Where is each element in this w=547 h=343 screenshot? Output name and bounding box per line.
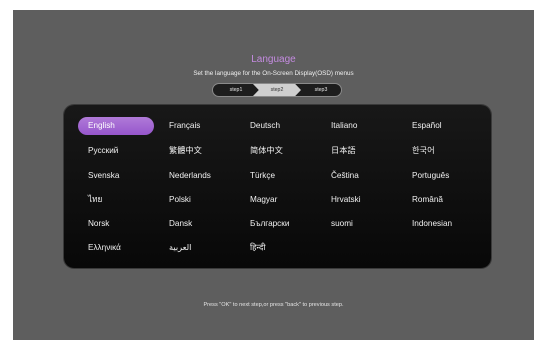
language-option-turkce[interactable]: Türkçe [240, 167, 316, 185]
language-option-hrvatski[interactable]: Hrvatski [321, 191, 397, 209]
language-option-magyar[interactable]: Magyar [240, 191, 316, 209]
language-option-cestina[interactable]: Čeština [321, 167, 397, 185]
step-indicator: step1 step2 step3 [212, 83, 342, 97]
osd-screen: Language Set the language for the On-Scr… [13, 10, 534, 340]
language-option-bulgarian[interactable]: Български [240, 215, 316, 233]
language-option-dansk[interactable]: Dansk [159, 215, 235, 233]
language-option-francais[interactable]: Français [159, 117, 235, 135]
language-option-deutsch[interactable]: Deutsch [240, 117, 316, 135]
step-3: step3 [314, 87, 328, 93]
language-option-nederlands[interactable]: Nederlands [159, 167, 235, 185]
step-2-current: step2 [253, 84, 301, 96]
language-option-italiano[interactable]: Italiano [321, 117, 397, 135]
page-subtitle: Set the language for the On-Screen Displ… [193, 70, 354, 77]
language-grid: English Français Deutsch Italiano Españo… [64, 105, 491, 268]
page-title: Language [251, 54, 296, 65]
language-option-portugues[interactable]: Português [402, 167, 478, 185]
language-option-norsk[interactable]: Norsk [78, 215, 154, 233]
step-1: step1 [229, 87, 243, 93]
language-option-greek[interactable]: Ελληνικά [78, 239, 154, 257]
language-option-korean[interactable]: 한국어 [402, 142, 478, 160]
language-option-hindi[interactable]: हिन्दी [240, 239, 316, 257]
language-option-svenska[interactable]: Svenska [78, 167, 154, 185]
language-option-english[interactable]: English [78, 117, 154, 135]
navigation-hint: Press "OK" to next step,or press "back" … [203, 302, 344, 308]
language-option-japanese[interactable]: 日本語 [321, 142, 397, 160]
language-option-arabic[interactable]: العربية [159, 239, 235, 257]
language-option-simplified-chinese[interactable]: 简体中文 [240, 142, 316, 160]
language-option-russian[interactable]: Русский [78, 142, 154, 160]
language-option-suomi[interactable]: suomi [321, 215, 397, 233]
language-option-romana[interactable]: Română [402, 191, 478, 209]
language-option-indonesian[interactable]: Indonesian [402, 215, 478, 233]
language-option-traditional-chinese[interactable]: 繁體中文 [159, 142, 235, 160]
language-option-polski[interactable]: Polski [159, 191, 235, 209]
language-option-thai[interactable]: ไทย [78, 191, 154, 209]
language-option-espanol[interactable]: Español [402, 117, 478, 135]
